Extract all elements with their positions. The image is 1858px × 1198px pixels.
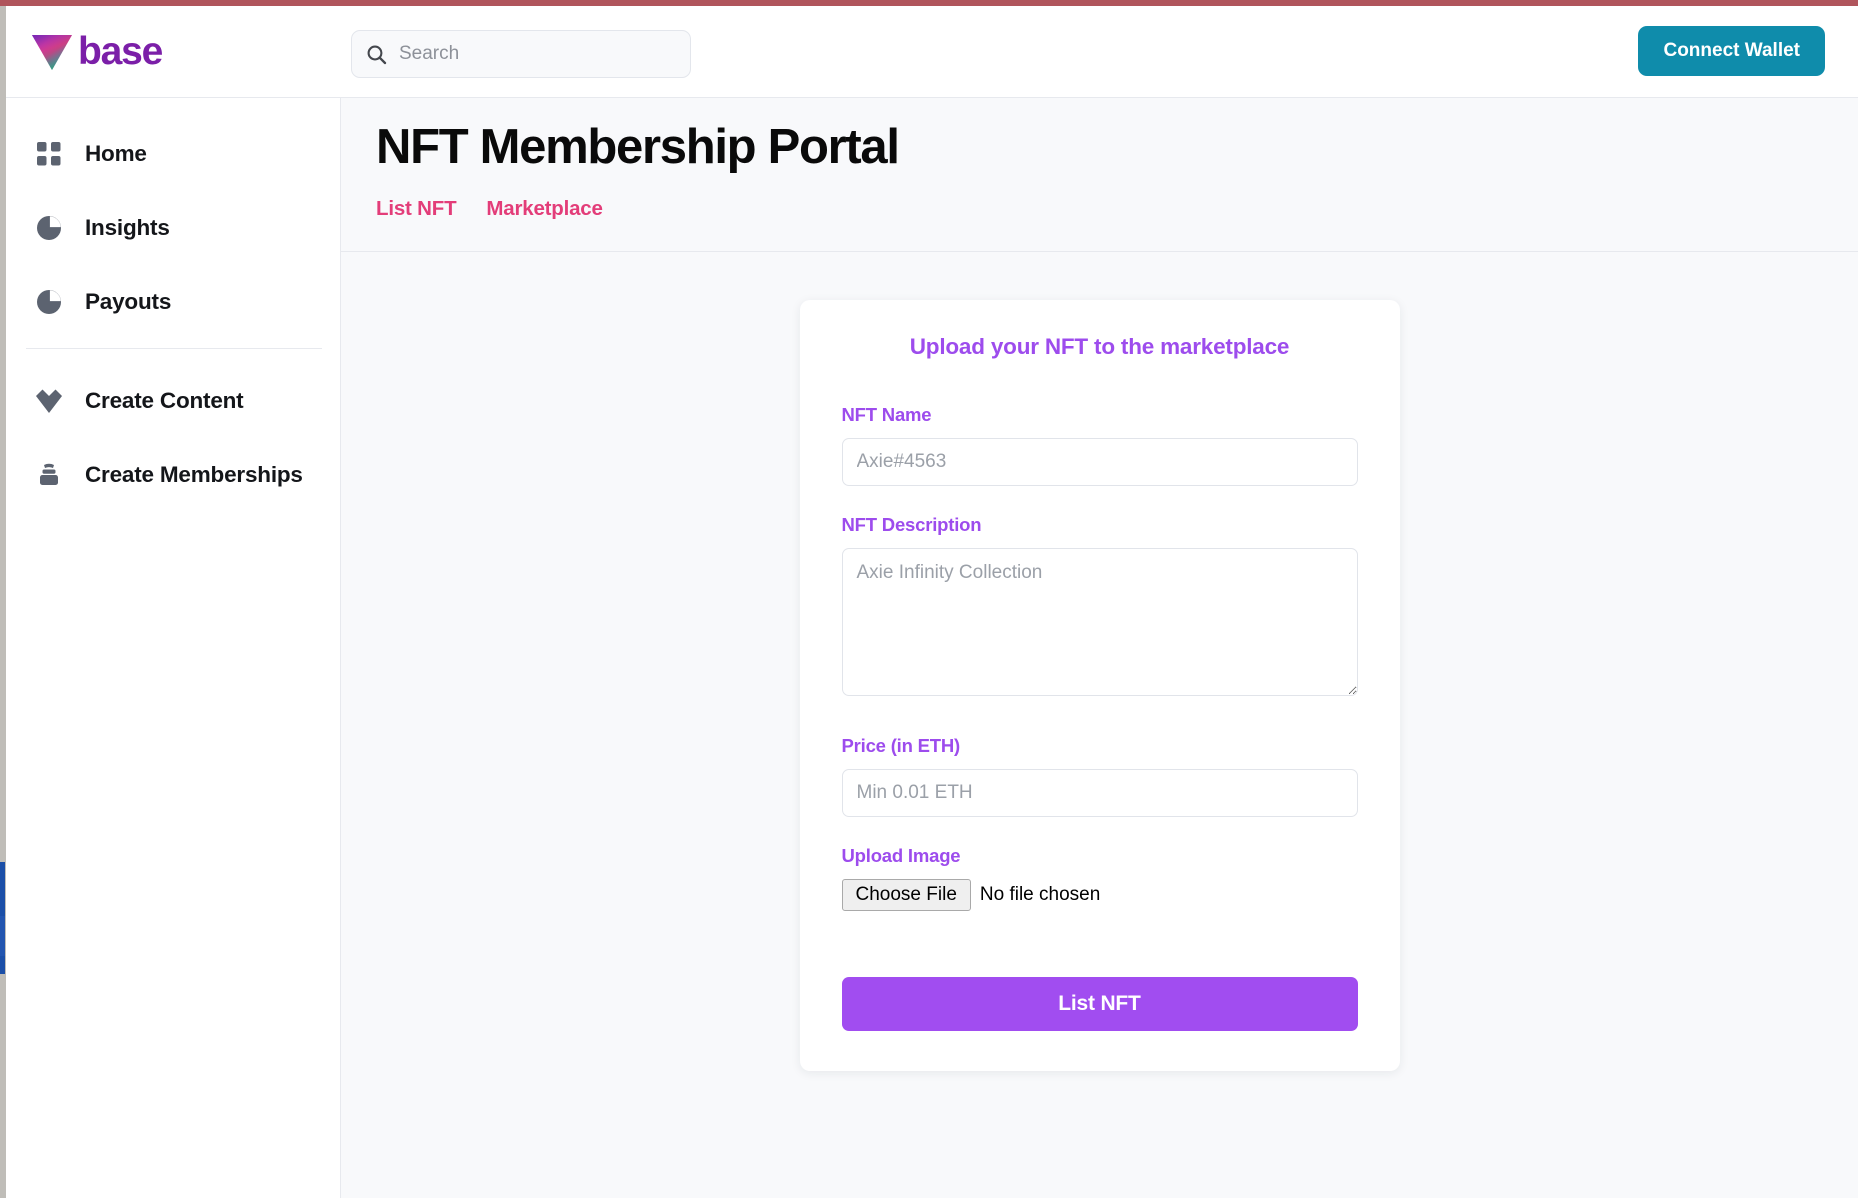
- sidebar-item-create-memberships[interactable]: Create Memberships: [6, 447, 340, 503]
- tab-marketplace[interactable]: Marketplace: [486, 197, 603, 221]
- card-title: Upload your NFT to the marketplace: [909, 333, 1290, 359]
- tab-list-nft[interactable]: List NFT: [376, 197, 457, 221]
- nft-name-label: NFT Name: [841, 403, 932, 425]
- pie-chart-icon: [33, 212, 65, 244]
- tab-bar: List NFT Marketplace: [376, 197, 1858, 221]
- grid-icon: [33, 138, 65, 170]
- app-header: base Connect Wallet: [6, 6, 1858, 98]
- left-edge-highlight-marker-secondary: [0, 916, 5, 956]
- sidebar-item-payouts[interactable]: Payouts: [6, 274, 340, 330]
- brand-name: base: [78, 30, 163, 73]
- triangle-gradient-logo-icon: [32, 34, 72, 70]
- nft-description-textarea[interactable]: [841, 547, 1358, 696]
- search-box[interactable]: [351, 30, 691, 78]
- file-input-row[interactable]: Choose File No file chosen: [841, 878, 1358, 911]
- nft-name-input[interactable]: [841, 437, 1358, 486]
- price-input[interactable]: [841, 768, 1358, 817]
- app-root: base Connect Wallet: [0, 0, 1858, 1198]
- sidebar-divider: [26, 348, 322, 349]
- stack-icon: [33, 459, 65, 491]
- choose-file-button[interactable]: Choose File: [841, 878, 971, 911]
- sidebar-item-label: Insights: [85, 215, 170, 240]
- sidebar-item-label: Payouts: [85, 289, 172, 314]
- connect-wallet-button[interactable]: Connect Wallet: [1638, 26, 1825, 76]
- file-status-text: No file chosen: [979, 883, 1101, 905]
- search-icon: [366, 44, 387, 65]
- search-input[interactable]: [397, 42, 667, 66]
- list-nft-form-card: Upload your NFT to the marketplace NFT N…: [799, 299, 1400, 1071]
- brand-logo[interactable]: base: [30, 32, 330, 72]
- sidebar-item-insights[interactable]: Insights: [6, 200, 340, 256]
- list-nft-submit-button[interactable]: List NFT: [841, 976, 1358, 1031]
- sidebar-item-label: Create Memberships: [85, 462, 303, 487]
- nft-description-label: NFT Description: [841, 513, 982, 535]
- upload-image-label: Upload Image: [841, 844, 961, 866]
- main-content: NFT Membership Portal List NFT Marketpla…: [341, 98, 1858, 1198]
- page-title: NFT Membership Portal: [376, 120, 900, 174]
- pie-chart-icon: [33, 286, 65, 318]
- sidebar-item-create-content[interactable]: Create Content: [6, 373, 340, 429]
- page-header: NFT Membership Portal List NFT Marketpla…: [341, 98, 1858, 252]
- card-area: Upload your NFT to the marketplace NFT N…: [341, 252, 1858, 1071]
- sidebar-item-label: Create Content: [85, 388, 244, 413]
- sidebar-item-home[interactable]: Home: [6, 126, 340, 182]
- price-label: Price (in ETH): [841, 734, 961, 756]
- sidebar: Home Insights Payouts Create Content Cre…: [6, 98, 341, 1198]
- sidebar-item-label: Home: [85, 141, 147, 166]
- diamond-icon: [33, 385, 65, 417]
